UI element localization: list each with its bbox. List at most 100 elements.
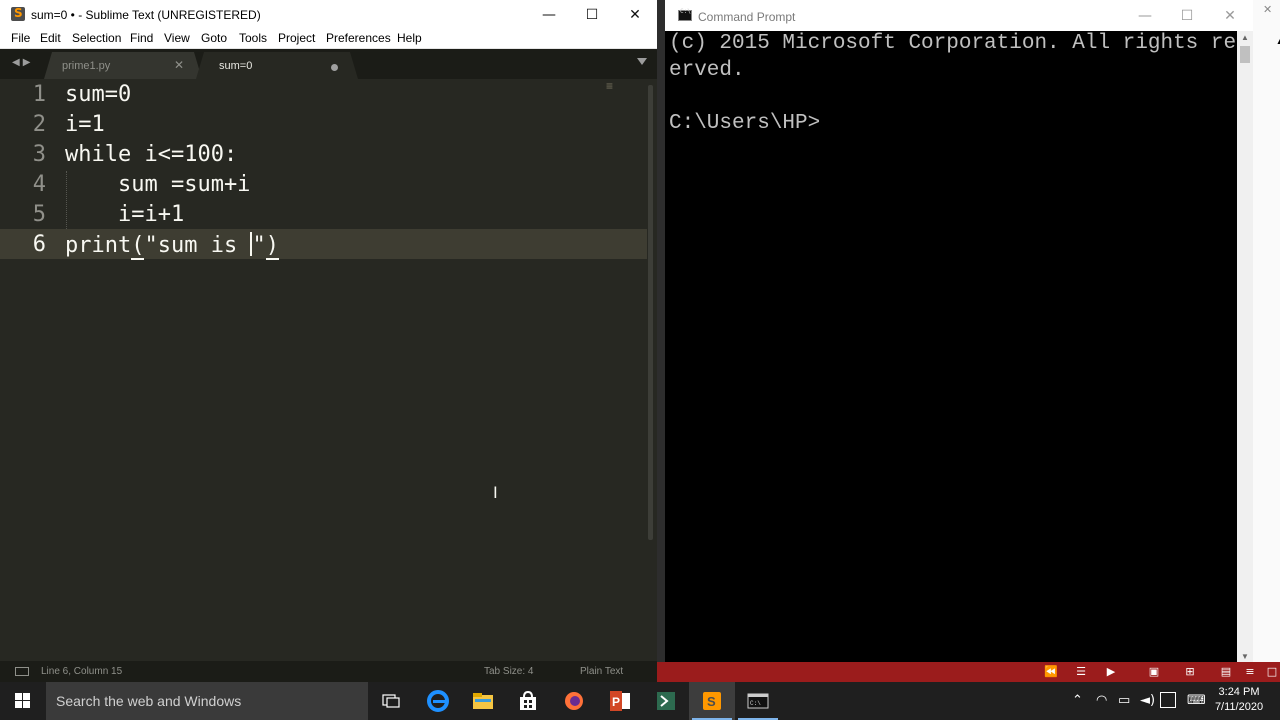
panel-toggle-icon[interactable] <box>15 667 29 676</box>
task-view-icon[interactable] <box>368 682 414 720</box>
line-number: 1 <box>32 82 46 107</box>
code-line-active: print("sum is ") <box>65 232 279 260</box>
cmd-output[interactable]: (c) 2015 Microsoft Corporation. All righ… <box>669 31 1249 137</box>
book-icon[interactable]: ▤ <box>1219 665 1233 679</box>
code-token-open-paren: ( <box>131 233 145 260</box>
scrollbar-thumb[interactable] <box>648 85 653 540</box>
keyboard-icon[interactable]: ⌨ <box>1187 693 1206 708</box>
taskbar-clock[interactable]: 3:24 PM 7/11/2020 <box>1213 685 1265 715</box>
cmd-minimize-button[interactable]: — <box>1122 0 1168 31</box>
screen-icon[interactable]: □ <box>1265 665 1279 679</box>
firefox-icon[interactable] <box>551 682 597 720</box>
menu-find[interactable]: Find <box>130 31 153 45</box>
line-number: 4 <box>32 172 46 197</box>
editor-scrollbar[interactable] <box>645 79 655 661</box>
wifi-icon[interactable]: ◠ <box>1096 693 1107 708</box>
cmd-app-icon <box>678 8 692 21</box>
cmd-window-title: Command Prompt <box>698 10 796 24</box>
window-gap <box>657 0 665 682</box>
command-prompt-taskbar-icon[interactable]: C:\ <box>735 682 781 720</box>
tab-sum[interactable]: sum=0 <box>196 52 358 79</box>
windows-logo-icon <box>15 693 31 709</box>
rewind-icon[interactable]: ⏪ <box>1044 665 1058 679</box>
code-line: sum=0 <box>65 82 132 107</box>
menu-preferences[interactable]: Preferences <box>326 31 391 45</box>
tray-chevron-up-icon[interactable]: ⌃ <box>1072 693 1083 708</box>
taskbar-search-box[interactable]: Search the web and Windows <box>46 682 368 720</box>
close-button[interactable]: ✕ <box>612 0 658 29</box>
code-line: while i<=100: <box>65 142 238 167</box>
notes-icon[interactable]: ☰ <box>1074 665 1088 679</box>
terminal-app-icon[interactable] <box>643 682 689 720</box>
menu-help[interactable]: Help <box>397 31 422 45</box>
code-editor[interactable]: 1 2 3 4 5 6 sum=0 i=1 while i<=100: sum … <box>0 79 657 661</box>
store-icon[interactable] <box>505 682 551 720</box>
ibeam-cursor-icon: I <box>493 483 498 502</box>
code-line: sum =sum+i <box>65 172 251 197</box>
maximize-button[interactable]: ☐ <box>569 0 615 29</box>
minimap-toggle-icon[interactable]: ≡ <box>606 79 613 93</box>
cmd-scrollbar[interactable]: ▲ ▼ <box>1237 31 1253 664</box>
status-bar: Line 6, Column 15 Tab Size: 4 Plain Text <box>0 661 657 682</box>
svg-text:S: S <box>707 694 716 709</box>
tab-nav-arrows-icon[interactable]: ◀▶ <box>12 57 33 68</box>
start-button[interactable] <box>0 682 46 720</box>
menu-selection[interactable]: Selection <box>72 31 121 45</box>
unsaved-dot-icon[interactable] <box>331 64 338 71</box>
menu-edit[interactable]: Edit <box>40 31 61 45</box>
menu-bar: File Edit Selection Find View Goto Tools… <box>0 29 657 49</box>
search-placeholder: Search the web and Windows <box>56 693 242 709</box>
tab-size-selector[interactable]: Tab Size: 4 <box>484 666 533 677</box>
menu-tools[interactable]: Tools <box>239 31 267 45</box>
syntax-selector[interactable]: Plain Text <box>580 666 623 677</box>
tab-close-icon[interactable]: ✕ <box>174 58 184 72</box>
menu-file[interactable]: File <box>11 31 30 45</box>
code-token-string: "sum is <box>144 233 251 258</box>
sublime-window: sum=0 • - Sublime Text (UNREGISTERED) — … <box>0 0 657 682</box>
menu-goto[interactable]: Goto <box>201 31 227 45</box>
svg-text:C:\: C:\ <box>750 700 761 707</box>
cmd-window: Command Prompt — ☐ ✕ (c) 2015 Microsoft … <box>665 0 1253 682</box>
menu-project[interactable]: Project <box>278 31 315 45</box>
volume-icon[interactable]: ◄) <box>1140 693 1155 708</box>
battery-icon[interactable]: ▭ <box>1118 693 1130 708</box>
code-token-quote: " <box>252 233 266 258</box>
grid-icon[interactable]: ⊞ <box>1183 665 1197 679</box>
code-token-print: print <box>65 233 132 258</box>
tab-label: prime1.py <box>62 60 111 72</box>
list-icon[interactable]: ≡ <box>1243 665 1257 679</box>
line-number: 5 <box>32 202 46 227</box>
tab-bar: ◀▶ prime1.py ✕ sum=0 <box>0 49 657 79</box>
line-number-active: 6 <box>32 232 46 257</box>
background-window-edge: ✕ ▲ <box>1253 0 1280 682</box>
sublime-app-icon <box>11 6 25 21</box>
cursor-position: Line 6, Column 15 <box>41 666 123 677</box>
minimize-button[interactable]: — <box>526 0 572 29</box>
code-line: i=i+1 <box>65 202 185 227</box>
file-explorer-icon[interactable] <box>460 682 506 720</box>
clock-time: 3:24 PM <box>1218 686 1260 698</box>
scroll-up-icon[interactable]: ▲ <box>1237 31 1253 45</box>
play-icon[interactable]: ▶ <box>1104 665 1118 679</box>
line-number: 3 <box>32 142 46 167</box>
sublime-titlebar[interactable]: sum=0 • - Sublime Text (UNREGISTERED) — … <box>0 0 657 29</box>
line-number: 2 <box>32 112 46 137</box>
cmd-maximize-button[interactable]: ☐ <box>1164 0 1210 31</box>
cmd-titlebar[interactable]: Command Prompt — ☐ ✕ <box>665 0 1253 31</box>
cmd-scrollbar-thumb[interactable] <box>1240 46 1250 63</box>
action-center-icon[interactable] <box>1160 692 1176 708</box>
monitor-icon[interactable]: ▣ <box>1147 665 1161 679</box>
mouse-pointer-icon: ▲ <box>1273 24 1280 50</box>
tab-label: sum=0 <box>219 60 253 72</box>
code-line: i=1 <box>65 112 105 137</box>
menu-view[interactable]: View <box>164 31 190 45</box>
svg-text:P: P <box>612 695 620 709</box>
close-icon[interactable]: ✕ <box>1263 3 1272 16</box>
edge-browser-icon[interactable] <box>415 682 461 720</box>
window-title: sum=0 • - Sublime Text (UNREGISTERED) <box>31 8 261 22</box>
tab-prime1[interactable]: prime1.py ✕ <box>44 52 202 79</box>
sublime-text-taskbar-icon[interactable]: S <box>689 682 735 720</box>
tab-menu-chevron-icon[interactable] <box>637 58 647 65</box>
cmd-close-button[interactable]: ✕ <box>1207 0 1253 31</box>
powerpoint-icon[interactable]: P <box>597 682 643 720</box>
